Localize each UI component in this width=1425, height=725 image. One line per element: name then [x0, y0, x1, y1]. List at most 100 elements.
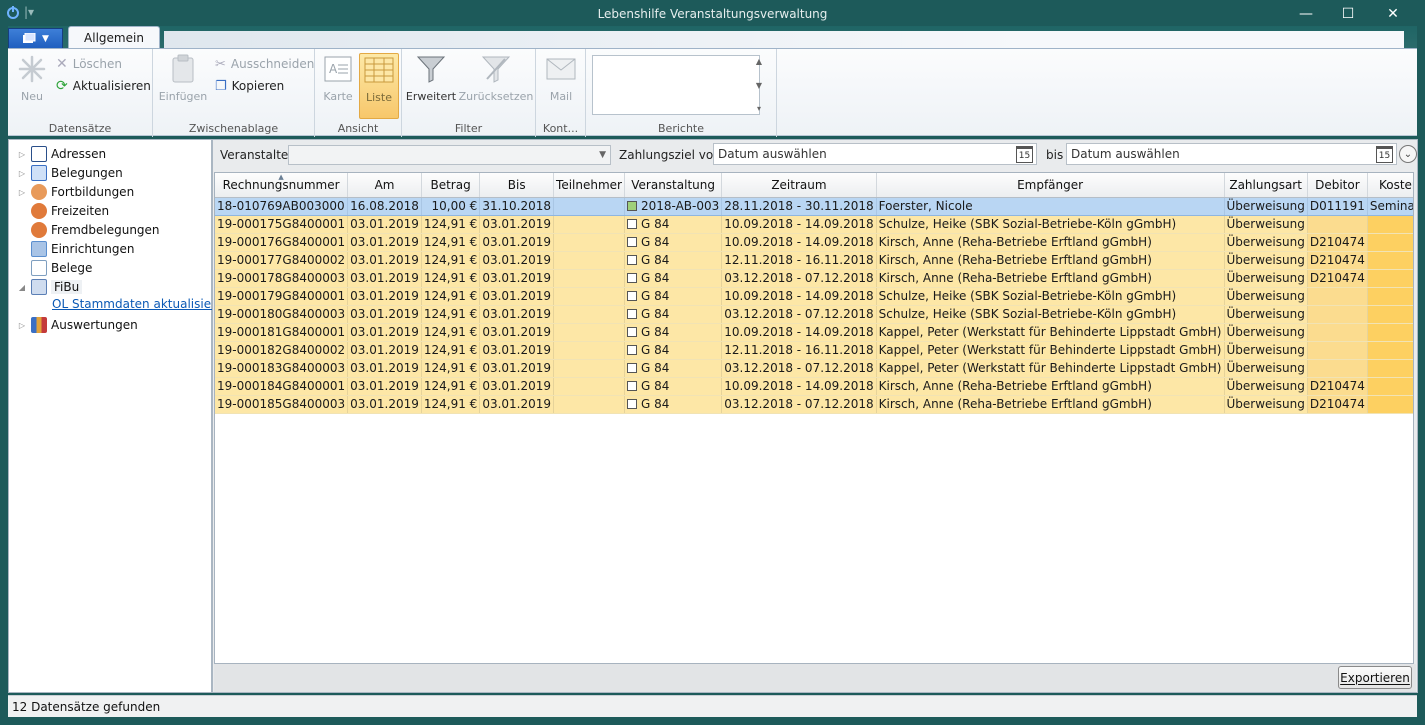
- scroll-down-icon[interactable]: ▼: [756, 81, 762, 90]
- row-checkbox[interactable]: [626, 399, 637, 409]
- cell-zahlungsart: Überweisung: [1224, 287, 1308, 306]
- row-checkbox[interactable]: [626, 381, 637, 391]
- cell-veranstaltung: G 84: [624, 341, 723, 360]
- table-row[interactable]: 19-000184G8400001 03.01.2019 124,91 € 03.01…: [215, 377, 1413, 396]
- table-row[interactable]: 19-000181G8400001 03.01.2019 124,91 € 03.01…: [215, 323, 1413, 342]
- refresh-button[interactable]: ⟳ Aktualisieren: [56, 77, 151, 95]
- cell-text: 19-000182G8400002: [217, 343, 346, 357]
- group-label-berichte: Berichte: [658, 122, 704, 135]
- list-view-button[interactable]: Liste: [359, 53, 399, 119]
- copy-button[interactable]: ❐ Kopieren: [215, 77, 284, 95]
- table-row[interactable]: 19-000178G8400003 03.01.2019 124,91 € 03.01…: [215, 269, 1413, 288]
- table-row[interactable]: 19-000182G8400002 03.01.2019 124,91 € 03.01…: [215, 341, 1413, 360]
- cell-am: 03.01.2019: [347, 251, 422, 270]
- table-row[interactable]: 19-000183G8400003 03.01.2019 124,91 € 03.01…: [215, 359, 1413, 378]
- advanced-filter-button[interactable]: Erweitert: [406, 53, 456, 115]
- expand-arrow-icon[interactable]: ▷: [17, 321, 27, 330]
- application-menu-button[interactable]: ▼: [8, 28, 63, 48]
- cell-text: 19-000180G8400003: [217, 307, 346, 321]
- reports-gallery[interactable]: [592, 55, 760, 115]
- ol-stammdaten-link[interactable]: OL Stammdaten aktualisieren: [52, 297, 231, 311]
- cell-kostenstelle: [1367, 323, 1413, 342]
- row-checkbox[interactable]: [626, 201, 637, 211]
- cell-text: 19-000175G8400001: [217, 217, 346, 231]
- column-header[interactable]: Bis: [479, 173, 555, 198]
- date-from-picker[interactable]: Datum auswählen 15: [713, 143, 1037, 165]
- table-row[interactable]: 19-000179G8400001 03.01.2019 124,91 € 03.01…: [215, 287, 1413, 306]
- row-checkbox[interactable]: [626, 345, 637, 355]
- table-row[interactable]: 19-000185G8400003 03.01.2019 124,91 € 03.01…: [215, 395, 1413, 414]
- expand-filter-icon[interactable]: ⌄: [1399, 145, 1417, 163]
- table-row[interactable]: 19-000180G8400003 03.01.2019 124,91 € 03.01…: [215, 305, 1413, 324]
- expand-arrow-icon[interactable]: ▷: [17, 150, 27, 159]
- row-checkbox[interactable]: [626, 363, 637, 373]
- calendar-icon[interactable]: 15: [1016, 146, 1033, 163]
- column-header[interactable]: Kostenstelle: [1367, 173, 1413, 198]
- table-row[interactable]: 19-000175G8400001 03.01.2019 124,91 € 03.01…: [215, 215, 1413, 234]
- cell-am: 03.01.2019: [347, 215, 422, 234]
- export-button[interactable]: Exportieren: [1338, 666, 1412, 689]
- column-header[interactable]: Debitor: [1307, 173, 1368, 198]
- row-checkbox[interactable]: [626, 291, 637, 301]
- tree-item-freizeiten[interactable]: Freizeiten: [17, 202, 109, 220]
- row-checkbox[interactable]: [626, 219, 637, 229]
- reports-gallery-scroller[interactable]: ▲ ▼ ▾: [752, 55, 766, 115]
- delete-button[interactable]: ✕ Löschen: [56, 55, 122, 73]
- table-row[interactable]: 19-000177G8400002 03.01.2019 124,91 € 03.01…: [215, 251, 1413, 270]
- cell-text: Schulze, Heike (SBK Sozial-Betriebe-Köln…: [878, 217, 1177, 231]
- tree-item-fibu[interactable]: ◢ FiBu: [17, 278, 83, 296]
- tree-item-fremdbelegungen[interactable]: Fremdbelegungen: [17, 221, 160, 239]
- cut-button[interactable]: ✂ Ausschneiden: [215, 55, 314, 73]
- row-checkbox[interactable]: [626, 237, 637, 247]
- expand-arrow-icon[interactable]: ▷: [17, 169, 27, 178]
- maximize-button[interactable]: ☐: [1325, 0, 1371, 28]
- tree-item-belege[interactable]: Belege: [17, 259, 92, 277]
- new-button[interactable]: Neu: [10, 53, 54, 115]
- card-view-button[interactable]: A Karte: [319, 53, 357, 115]
- row-checkbox[interactable]: [626, 255, 637, 265]
- sparkle-icon: [16, 53, 48, 85]
- cell-am: 03.01.2019: [347, 233, 422, 252]
- gallery-more-icon[interactable]: ▾: [757, 104, 761, 113]
- cell-veranstaltung: G 84: [624, 395, 723, 414]
- column-header[interactable]: Veranstaltung: [624, 173, 723, 198]
- mail-button[interactable]: Mail: [539, 53, 583, 115]
- column-header[interactable]: Betrag: [421, 173, 481, 198]
- column-header[interactable]: Zahlungsart: [1224, 173, 1308, 198]
- tree-item-auswertungen[interactable]: ▷ Auswertungen: [17, 316, 138, 334]
- row-checkbox[interactable]: [626, 309, 637, 319]
- paste-button[interactable]: Einfügen: [157, 53, 209, 115]
- tree-item-adressen[interactable]: ▷ Adressen: [17, 145, 106, 163]
- cell-zahlungsart: Überweisung: [1224, 305, 1308, 324]
- tree-item-einrichtungen[interactable]: Einrichtungen: [17, 240, 135, 258]
- column-header[interactable]: Zeitraum: [721, 173, 877, 198]
- navigation-tree: ▷ Adressen ▷ Belegungen ▷ Fortbildungen …: [8, 139, 231, 693]
- column-header[interactable]: Teilnehmer: [553, 173, 625, 198]
- tree-item-fortbildungen[interactable]: ▷ Fortbildungen: [17, 183, 134, 201]
- column-header[interactable]: Am: [347, 173, 422, 198]
- row-checkbox[interactable]: [626, 327, 637, 337]
- scroll-up-icon[interactable]: ▲: [756, 57, 762, 66]
- cell-debitor: [1307, 323, 1368, 342]
- expand-arrow-icon[interactable]: ▷: [17, 188, 27, 197]
- tab-allgemein[interactable]: Allgemein: [68, 26, 160, 49]
- calendar-icon[interactable]: 15: [1376, 146, 1393, 163]
- collapse-arrow-icon[interactable]: ◢: [17, 283, 27, 292]
- table-row[interactable]: 18-010769AB003000 16.08.2018 10,00 € 31.10.…: [215, 197, 1414, 216]
- column-header[interactable]: ▲ Rechnungsnummer: [215, 173, 349, 198]
- cell-bis: 03.01.2019: [479, 395, 555, 414]
- cell-text: 10.09.2018 - 14.09.2018: [724, 379, 874, 393]
- row-checkbox[interactable]: [626, 273, 637, 283]
- column-header[interactable]: Empfänger: [876, 173, 1225, 198]
- veranstalter-combobox[interactable]: ▼: [288, 145, 611, 165]
- date-to-picker[interactable]: Datum auswählen 15: [1066, 143, 1397, 165]
- cell-text: Seminare MmB: [1369, 199, 1414, 213]
- table-row[interactable]: 19-000176G8400001 03.01.2019 124,91 € 03.01…: [215, 233, 1413, 252]
- cell-nr: 18-010769AB003000: [215, 197, 349, 216]
- minimize-button[interactable]: —: [1283, 0, 1329, 28]
- export-label: Exportieren: [1340, 670, 1410, 685]
- tree-item-belegungen[interactable]: ▷ Belegungen: [17, 164, 123, 182]
- reset-filter-button[interactable]: Zurücksetzen: [459, 53, 533, 115]
- close-button[interactable]: ✕: [1370, 0, 1416, 28]
- cell-text: 03.01.2019: [350, 271, 419, 285]
